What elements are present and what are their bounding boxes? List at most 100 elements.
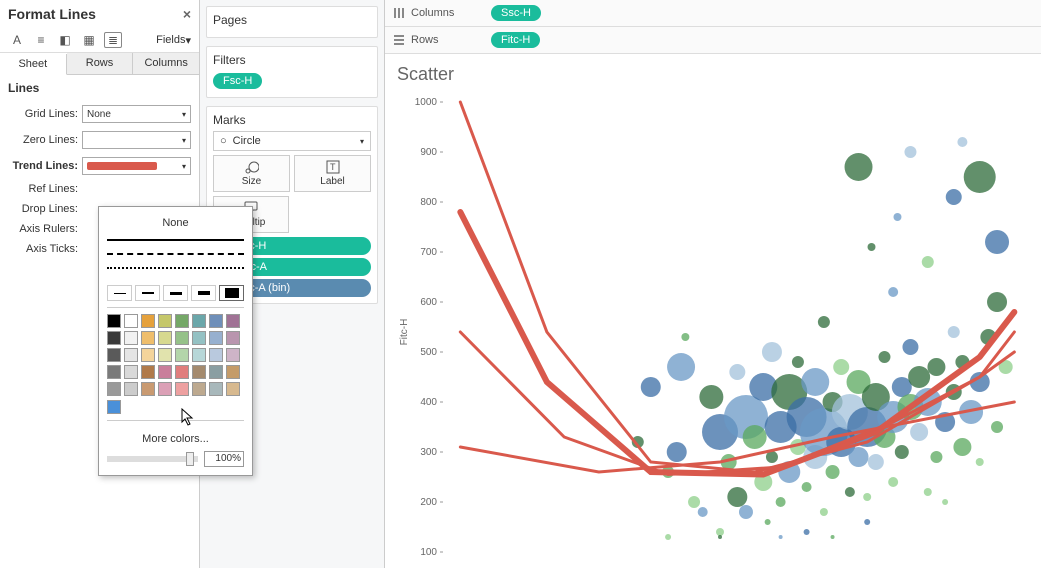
circle-icon: ○ <box>220 135 227 147</box>
selected-color-swatch[interactable] <box>107 400 121 414</box>
color-swatch-3[interactable] <box>158 314 172 328</box>
line-none-option[interactable]: None <box>107 215 244 237</box>
color-swatch-32[interactable] <box>107 382 121 396</box>
svg-text:600: 600 <box>420 297 437 308</box>
color-swatch-35[interactable] <box>158 382 172 396</box>
size-icon <box>245 160 259 174</box>
opacity-value[interactable]: 100% <box>204 451 244 467</box>
color-swatch-13[interactable] <box>192 331 206 345</box>
rows-icon <box>393 34 405 46</box>
color-swatch-21[interactable] <box>192 348 206 362</box>
color-swatch-4[interactable] <box>175 314 189 328</box>
shading-icon[interactable]: ◧ <box>56 32 74 48</box>
rows-shelf[interactable]: Rows Fitc-H <box>385 27 1041 54</box>
line-weight-3[interactable] <box>163 285 188 301</box>
line-dashed-option[interactable] <box>107 253 244 265</box>
color-swatch-24[interactable] <box>107 365 121 379</box>
color-swatch-29[interactable] <box>192 365 206 379</box>
color-swatch-34[interactable] <box>141 382 155 396</box>
grid-lines-label: Grid Lines: <box>8 108 78 120</box>
size-button[interactable]: Size <box>213 155 290 192</box>
color-swatch-14[interactable] <box>209 331 223 345</box>
color-swatch-6[interactable] <box>209 314 223 328</box>
label-button[interactable]: T Label <box>294 155 371 192</box>
color-swatch-23[interactable] <box>226 348 240 362</box>
rows-pill-fitc-h[interactable]: Fitc-H <box>491 32 540 48</box>
color-swatch-1[interactable] <box>124 314 138 328</box>
color-swatch-36[interactable] <box>175 382 189 396</box>
axis-ticks-label: Axis Ticks: <box>8 243 78 255</box>
svg-text:500: 500 <box>420 347 437 358</box>
grid-lines-select[interactable]: None▾ <box>82 105 191 123</box>
color-swatch-5[interactable] <box>192 314 206 328</box>
color-swatch-38[interactable] <box>209 382 223 396</box>
svg-text:800: 800 <box>420 197 437 208</box>
mark-type-select[interactable]: ○ Circle ▾ <box>213 131 371 151</box>
color-swatch-30[interactable] <box>209 365 223 379</box>
color-palette <box>107 314 244 396</box>
color-swatch-33[interactable] <box>124 382 138 396</box>
color-swatch-11[interactable] <box>158 331 172 345</box>
color-swatch-25[interactable] <box>124 365 138 379</box>
svg-text:T: T <box>330 162 336 172</box>
format-tabs: Sheet Rows Columns <box>0 53 199 75</box>
more-colors-button[interactable]: More colors... <box>107 427 244 451</box>
borders-icon[interactable]: ▦ <box>80 32 98 48</box>
line-weight-5[interactable] <box>219 285 244 301</box>
color-swatch-8[interactable] <box>107 331 121 345</box>
line-style-popover: None More colors... 100% <box>98 206 253 476</box>
color-swatch-37[interactable] <box>192 382 206 396</box>
trend-lines-select[interactable]: ▾ <box>82 157 191 175</box>
color-swatch-7[interactable] <box>226 314 240 328</box>
chart-title: Scatter <box>393 62 1033 91</box>
color-swatch-18[interactable] <box>141 348 155 362</box>
marks-title: Marks <box>213 113 371 131</box>
line-solid-option[interactable] <box>107 239 244 251</box>
lines-icon[interactable]: ≣ <box>104 32 122 48</box>
tab-columns[interactable]: Columns <box>133 53 199 74</box>
color-swatch-2[interactable] <box>141 314 155 328</box>
tab-rows[interactable]: Rows <box>67 53 134 74</box>
line-weight-2[interactable] <box>135 285 160 301</box>
filters-card: Filters Fsc-H <box>206 46 378 98</box>
color-swatch-20[interactable] <box>175 348 189 362</box>
color-swatch-22[interactable] <box>209 348 223 362</box>
line-dotted-option[interactable] <box>107 267 244 279</box>
trend-lines-label: Trend Lines: <box>8 160 78 172</box>
line-weight-1[interactable] <box>107 285 132 301</box>
color-swatch-39[interactable] <box>226 382 240 396</box>
zero-lines-select[interactable]: ▾ <box>82 131 191 149</box>
columns-shelf[interactable]: Columns Ssc-H <box>385 0 1041 27</box>
close-icon[interactable]: × <box>183 6 191 22</box>
worksheet-area: Columns Ssc-H Rows Fitc-H Scatter 100200… <box>385 0 1041 568</box>
color-swatch-10[interactable] <box>141 331 155 345</box>
color-swatch-15[interactable] <box>226 331 240 345</box>
svg-text:1000: 1000 <box>415 97 438 108</box>
pages-title: Pages <box>213 13 371 31</box>
color-swatch-27[interactable] <box>158 365 172 379</box>
svg-text:300: 300 <box>420 447 437 458</box>
fields-dropdown[interactable]: Fields ▾ <box>156 34 191 47</box>
color-swatch-19[interactable] <box>158 348 172 362</box>
ref-lines-label: Ref Lines: <box>8 183 78 195</box>
font-icon[interactable]: A <box>8 32 26 48</box>
color-swatch-17[interactable] <box>124 348 138 362</box>
opacity-slider[interactable] <box>107 456 198 462</box>
columns-pill-ssc-h[interactable]: Ssc-H <box>491 5 541 21</box>
chart-area: Scatter 1002003004005006007008009001000F… <box>385 54 1041 582</box>
zero-lines-label: Zero Lines: <box>8 134 78 146</box>
color-swatch-31[interactable] <box>226 365 240 379</box>
align-icon[interactable]: ≡ <box>32 32 50 48</box>
color-swatch-16[interactable] <box>107 348 121 362</box>
color-swatch-12[interactable] <box>175 331 189 345</box>
tab-sheet[interactable]: Sheet <box>0 54 67 75</box>
svg-text:400: 400 <box>420 397 437 408</box>
scatter-chart[interactable]: 1002003004005006007008009001000Fitc-H <box>393 91 1033 573</box>
color-swatch-0[interactable] <box>107 314 121 328</box>
color-swatch-28[interactable] <box>175 365 189 379</box>
filter-pill-fsc-h[interactable]: Fsc-H <box>213 73 262 89</box>
color-swatch-26[interactable] <box>141 365 155 379</box>
columns-icon <box>393 7 405 19</box>
line-weight-4[interactable] <box>191 285 216 301</box>
color-swatch-9[interactable] <box>124 331 138 345</box>
